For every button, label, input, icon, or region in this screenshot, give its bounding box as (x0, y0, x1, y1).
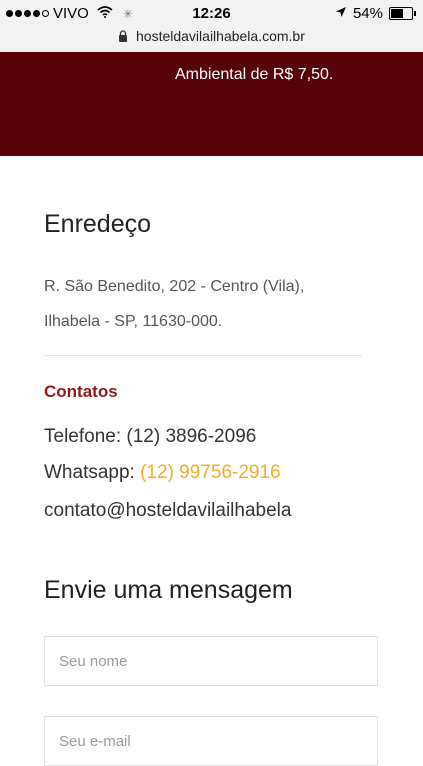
status-bar: VIVO ✳ 12:26 54% (0, 0, 423, 28)
whatsapp-line: Whatsapp: (12) 99756-2916 (44, 462, 281, 484)
location-arrow-icon (335, 5, 347, 22)
address-line-2: Ilhabela - SP, 11630-000. (44, 313, 223, 330)
email-text: contato@hosteldavilailhabela (44, 500, 292, 521)
battery-fill (391, 9, 403, 18)
whatsapp-link[interactable]: (12) 99756-2916 (140, 462, 281, 483)
battery-icon (389, 7, 416, 20)
status-right: 54% (335, 5, 416, 22)
address-bar[interactable]: hosteldavilailhabela.com.br (0, 28, 423, 45)
battery-percentage: 54% (352, 5, 383, 22)
form-heading: Envie uma mensagem (44, 576, 293, 604)
contacts-heading: Contatos (44, 382, 118, 401)
divider (44, 355, 362, 356)
email-input[interactable] (44, 716, 378, 766)
url-text: hosteldavilailhabela.com.br (136, 28, 305, 44)
whatsapp-label: Whatsapp: (44, 462, 141, 483)
address-line-1: R. São Benedito, 202 - Centro (Vila), (44, 278, 305, 295)
lock-icon (118, 29, 128, 45)
name-input[interactable] (44, 636, 378, 686)
pricing-banner: Ambiental de R$ 7,50. (0, 52, 423, 156)
banner-text: Ambiental de R$ 7,50. (175, 66, 334, 83)
phone-text: Telefone: (12) 3896-2096 (44, 426, 257, 447)
browser-chrome: VIVO ✳ 12:26 54% hosteldavilailhabela.co… (0, 0, 423, 53)
address-heading: Enredeço (44, 210, 152, 238)
